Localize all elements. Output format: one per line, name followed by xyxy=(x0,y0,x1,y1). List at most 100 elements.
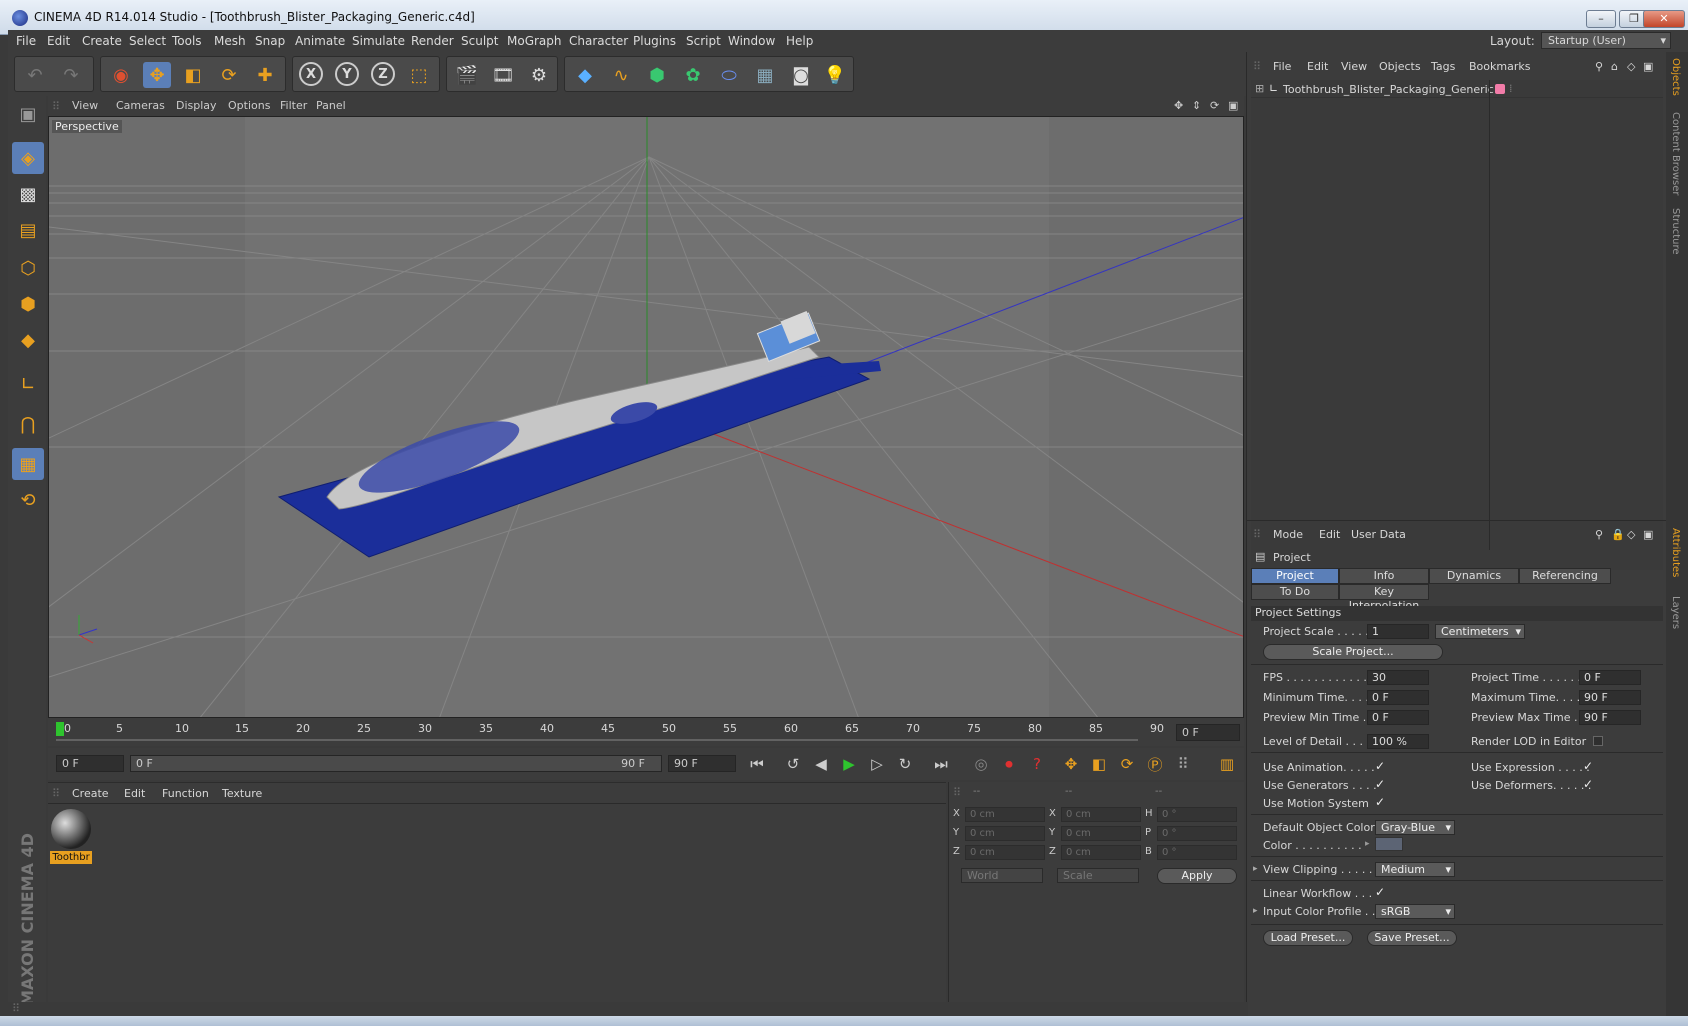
add-tool-icon[interactable]: ✚ xyxy=(251,62,279,88)
playhead-marker[interactable] xyxy=(56,722,64,736)
y-axis-lock-icon[interactable]: Y xyxy=(335,62,359,86)
object-menu-objects[interactable]: Objects xyxy=(1379,60,1421,73)
size-z-field[interactable]: 0 cm xyxy=(1061,845,1141,860)
home-icon[interactable]: ⌂ xyxy=(1611,60,1618,73)
points-mode-icon[interactable]: ⬡ xyxy=(12,252,44,284)
use-motion-system-checkbox[interactable]: ✓ xyxy=(1375,795,1385,809)
x-axis-lock-icon[interactable]: X xyxy=(299,62,323,86)
use-animation-checkbox[interactable]: ✓ xyxy=(1375,759,1385,773)
move-tool-icon[interactable]: ✥ xyxy=(143,62,171,88)
project-time-field[interactable]: 0 F xyxy=(1579,670,1641,685)
floor-icon[interactable]: ▦ xyxy=(751,62,779,88)
scale-unit-dropdown[interactable]: Centimeters ▾ xyxy=(1435,624,1525,639)
menu-mograph[interactable]: MoGraph xyxy=(507,34,562,48)
viewport-move-icon[interactable]: ✥ xyxy=(1174,99,1183,112)
lock-icon[interactable]: 🔒 xyxy=(1611,528,1625,541)
size-mode-dropdown[interactable]: Scale xyxy=(1057,868,1139,883)
load-preset-button[interactable]: Load Preset... xyxy=(1263,930,1353,946)
cloner-icon[interactable]: ✿ xyxy=(679,62,707,88)
layout-select[interactable]: Startup (User) ▾ xyxy=(1541,32,1671,49)
size-x-field[interactable]: 0 cm xyxy=(1061,807,1141,822)
viewport-menu-view[interactable]: View xyxy=(72,99,98,112)
tab-dynamics[interactable]: Dynamics xyxy=(1429,568,1519,584)
tab-key-interpolation[interactable]: Key Interpolation xyxy=(1339,584,1429,612)
start-frame-field[interactable]: 0 F xyxy=(56,755,124,772)
material-menu-edit[interactable]: Edit xyxy=(124,787,145,800)
preview-range-slider[interactable]: 0 F 90 F xyxy=(130,755,662,772)
default-object-color-dropdown[interactable]: Gray-Blue ▾ xyxy=(1375,820,1455,835)
new-view-icon[interactable]: ◇ xyxy=(1627,60,1635,73)
tab-info[interactable]: Info xyxy=(1339,568,1429,584)
menu-simulate[interactable]: Simulate xyxy=(352,34,405,48)
record-keys-icon[interactable]: ◎ xyxy=(968,752,994,776)
side-tab-structure[interactable]: Structure xyxy=(1670,208,1681,255)
workplane-lock-icon[interactable]: ▦ xyxy=(12,448,44,480)
3d-viewport[interactable]: Perspective xyxy=(48,116,1244,718)
attribute-menu-user-data[interactable]: User Data xyxy=(1351,528,1406,541)
coordinate-space-dropdown[interactable]: World xyxy=(961,868,1043,883)
material-swatch[interactable]: Toothbr xyxy=(50,807,92,867)
viewport-menu-cameras[interactable]: Cameras xyxy=(116,99,165,112)
tab-project-settings[interactable]: Project Settings xyxy=(1251,568,1339,596)
attribute-menu-edit[interactable]: Edit xyxy=(1319,528,1340,541)
use-generators-checkbox[interactable]: ✓ xyxy=(1375,777,1385,791)
next-key-icon[interactable]: ↻ xyxy=(892,752,918,776)
use-deformers-checkbox[interactable]: ✓ xyxy=(1583,777,1593,791)
menu-tools[interactable]: Tools xyxy=(172,34,202,48)
model-mode-icon[interactable]: ◈ xyxy=(12,142,44,174)
end-frame-field[interactable]: 90 F xyxy=(668,755,736,772)
minimize-button[interactable]: – xyxy=(1586,10,1616,28)
menu-file[interactable]: File xyxy=(16,34,36,48)
preview-max-time-field[interactable]: 90 F xyxy=(1579,710,1641,725)
object-menu-edit[interactable]: Edit xyxy=(1307,60,1328,73)
pos-x-field[interactable]: 0 cm xyxy=(965,807,1045,822)
locked-workplane-icon[interactable]: ⟲ xyxy=(12,484,44,516)
cube-object-icon[interactable]: ◆ xyxy=(571,62,599,88)
visibility-dots-icon[interactable]: ⁞ xyxy=(1509,82,1513,95)
object-menu-tags[interactable]: Tags xyxy=(1431,60,1455,73)
input-color-profile-dropdown[interactable]: sRGB ▾ xyxy=(1375,904,1455,919)
level-of-detail-field[interactable]: 100 % xyxy=(1367,734,1429,749)
render-picture-viewer-icon[interactable]: 🎞 xyxy=(489,62,517,88)
fps-field[interactable]: 30 xyxy=(1367,670,1429,685)
edges-mode-icon[interactable]: ⬢ xyxy=(12,288,44,320)
preview-min-time-field[interactable]: 0 F xyxy=(1367,710,1429,725)
material-menu-texture[interactable]: Texture xyxy=(222,787,262,800)
apply-button[interactable]: Apply xyxy=(1157,868,1237,884)
linear-workflow-checkbox[interactable]: ✓ xyxy=(1375,885,1385,899)
viewport-menu-panel[interactable]: Panel xyxy=(316,99,346,112)
object-menu-file[interactable]: File xyxy=(1273,60,1291,73)
autokeying-icon[interactable]: ⏺ xyxy=(996,752,1022,776)
object-menu-bookmarks[interactable]: Bookmarks xyxy=(1469,60,1530,73)
pos-z-field[interactable]: 0 cm xyxy=(965,845,1045,860)
menu-character[interactable]: Character xyxy=(569,34,628,48)
expand-panel-icon[interactable]: ▣ xyxy=(1643,60,1653,73)
rot-h-field[interactable]: 0 ° xyxy=(1157,807,1237,822)
pos-y-field[interactable]: 0 cm xyxy=(965,826,1045,841)
save-preset-button[interactable]: Save Preset... xyxy=(1367,930,1457,946)
project-scale-field[interactable]: 1 xyxy=(1367,624,1429,639)
key-pla-icon[interactable]: ⠿ xyxy=(1170,752,1196,776)
go-to-end-icon[interactable]: ⏭ xyxy=(928,752,954,776)
expand-arrow-icon[interactable]: ▸ xyxy=(1253,864,1258,874)
viewport-maximize-icon[interactable]: ▣ xyxy=(1228,99,1238,112)
undo-icon[interactable]: ↶ xyxy=(21,62,49,88)
scale-project-button[interactable]: Scale Project... xyxy=(1263,644,1443,660)
expand-panel-icon[interactable]: ▣ xyxy=(1643,528,1653,541)
menu-create[interactable]: Create xyxy=(82,34,122,48)
scale-tool-icon[interactable]: ◧ xyxy=(179,62,207,88)
go-to-start-icon[interactable]: ⏮ xyxy=(744,752,770,776)
menu-mesh[interactable]: Mesh xyxy=(214,34,246,48)
close-button[interactable]: ✕ xyxy=(1643,10,1685,28)
expand-arrow-icon[interactable]: ▸ xyxy=(1365,839,1370,849)
menu-help[interactable]: Help xyxy=(786,34,813,48)
camera-icon[interactable]: ◙ xyxy=(787,62,815,88)
render-view-icon[interactable]: 🎬 xyxy=(453,62,481,88)
texture-mode-icon[interactable]: ▩ xyxy=(12,178,44,210)
list-item[interactable]: ⊞ ∟ Toothbrush_Blister_Packaging_Generic… xyxy=(1251,80,1663,98)
side-tab-layers[interactable]: Layers xyxy=(1670,596,1681,629)
side-tab-objects[interactable]: Objects xyxy=(1670,58,1681,96)
polygons-mode-icon[interactable]: ◆ xyxy=(12,324,44,356)
menu-plugins[interactable]: Plugins xyxy=(633,34,676,48)
previous-key-icon[interactable]: ↺ xyxy=(780,752,806,776)
